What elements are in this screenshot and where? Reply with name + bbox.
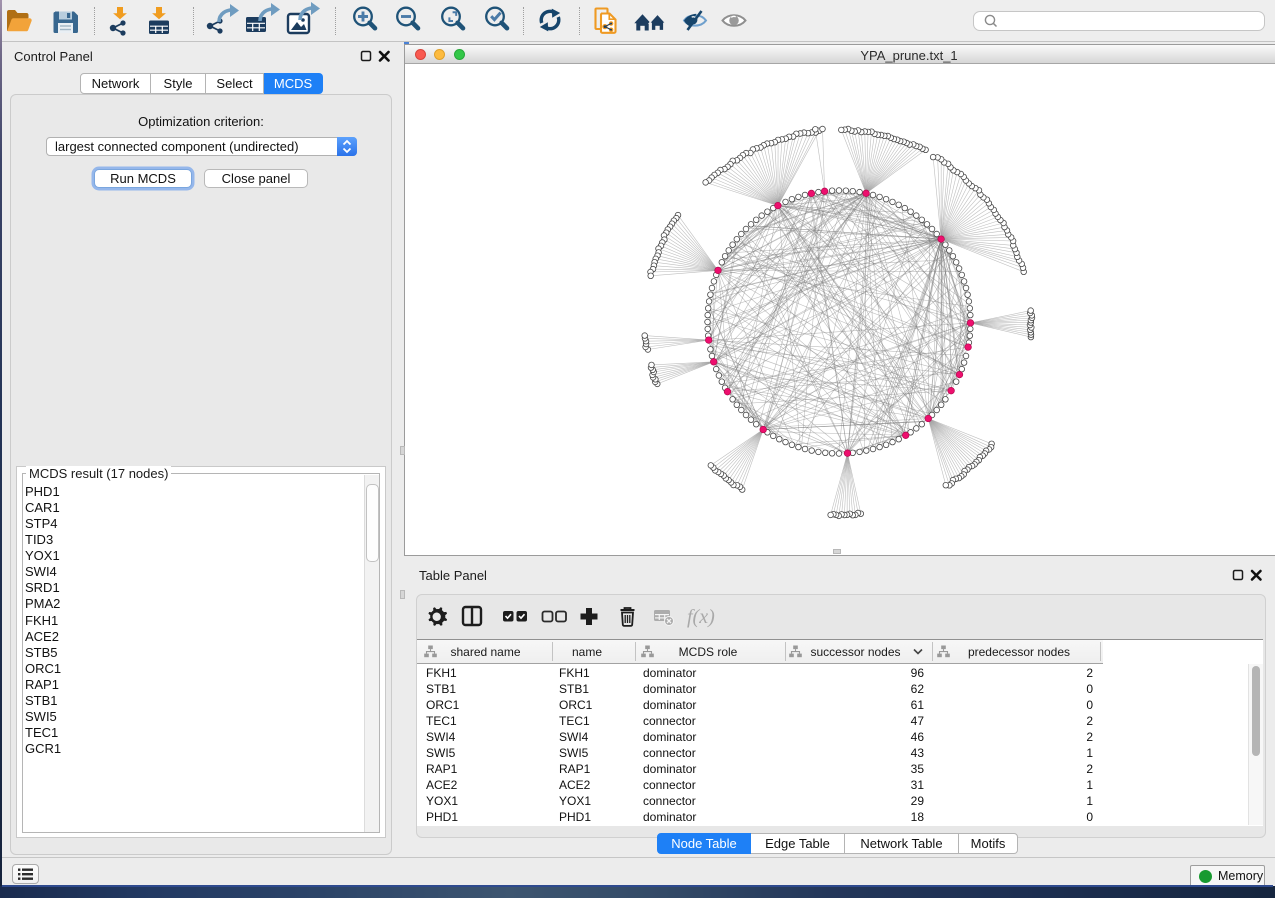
svg-text:f(x): f(x)	[687, 606, 715, 628]
